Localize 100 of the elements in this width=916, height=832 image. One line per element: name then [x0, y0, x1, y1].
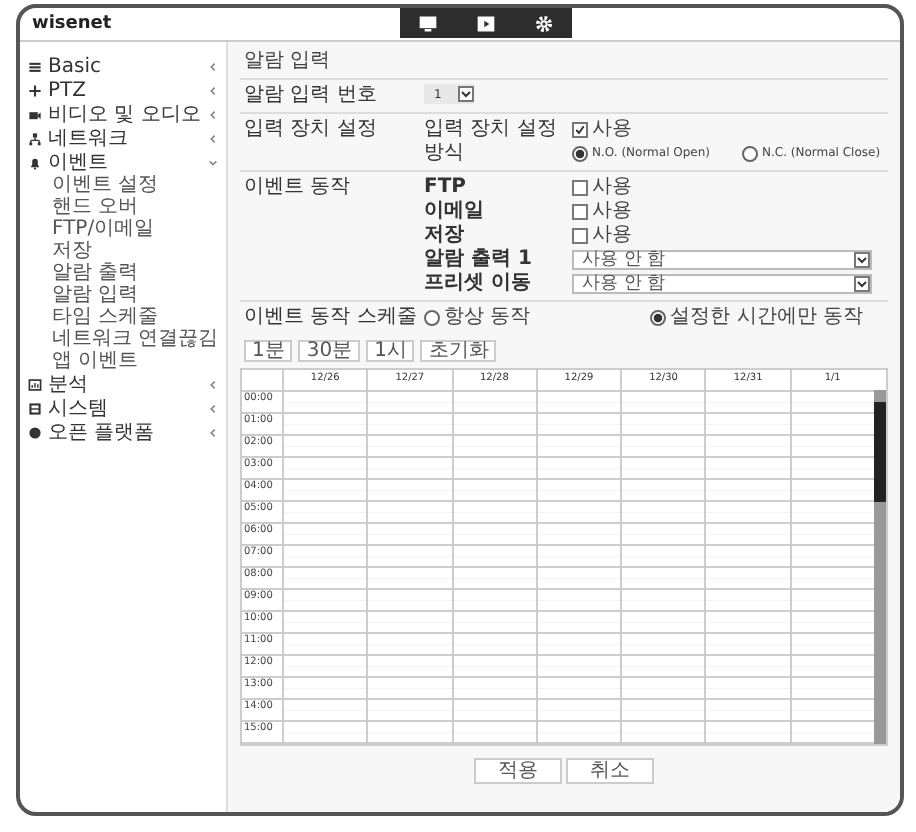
sidebar-subitem[interactable]: 알람 출력 [52, 262, 139, 284]
schedule-cell[interactable] [282, 502, 367, 524]
schedule-cell[interactable] [535, 590, 621, 612]
schedule-cell[interactable] [704, 480, 790, 502]
checkbox[interactable] [572, 204, 588, 220]
interval-button[interactable]: 1시 [366, 340, 415, 362]
schedule-cell[interactable] [789, 414, 874, 436]
schedule-cell[interactable] [451, 502, 536, 524]
schedule-cell[interactable] [282, 700, 367, 722]
schedule-cell[interactable] [620, 524, 705, 546]
schedule-cell[interactable] [282, 458, 367, 480]
checkbox[interactable] [572, 228, 588, 244]
sidebar-item[interactable]: 비디오 및 오디오 [48, 103, 201, 125]
scrollbar[interactable] [874, 390, 886, 744]
radio-button[interactable] [742, 146, 759, 162]
schedule-cell[interactable] [282, 546, 367, 568]
schedule-cell[interactable] [282, 634, 367, 656]
schedule-cell[interactable] [366, 524, 452, 546]
schedule-cell[interactable] [366, 656, 452, 678]
radio-button[interactable] [572, 146, 588, 162]
schedule-cell[interactable] [535, 458, 621, 480]
schedule-cell[interactable] [704, 546, 790, 568]
schedule-cell[interactable] [451, 700, 536, 722]
schedule-cell[interactable] [282, 436, 367, 458]
schedule-cell[interactable] [451, 612, 536, 634]
schedule-cell[interactable] [535, 480, 621, 502]
schedule-cell[interactable] [535, 656, 621, 678]
schedule-cell[interactable] [620, 480, 705, 502]
checkbox[interactable] [572, 122, 588, 138]
schedule-cell[interactable] [282, 480, 367, 502]
schedule-cell[interactable] [620, 590, 705, 612]
schedule-cell[interactable] [789, 678, 874, 700]
schedule-cell[interactable] [704, 678, 790, 700]
sidebar-subitem[interactable]: 핸드 오버 [52, 196, 139, 218]
dropdown[interactable]: 사용 안 함 [572, 250, 872, 270]
schedule-cell[interactable] [535, 546, 621, 568]
sidebar-subitem[interactable]: 앱 이벤트 [52, 350, 139, 372]
schedule-cell[interactable] [535, 678, 621, 700]
schedule-cell[interactable] [789, 392, 874, 414]
schedule-cell[interactable] [366, 546, 452, 568]
schedule-cell[interactable] [704, 502, 790, 524]
schedule-cell[interactable] [451, 480, 536, 502]
footer-button[interactable]: 적용 [474, 758, 562, 784]
schedule-cell[interactable] [620, 392, 705, 414]
schedule-cell[interactable] [704, 392, 790, 414]
schedule-cell[interactable] [620, 458, 705, 480]
sidebar-subitem[interactable]: 알람 입력 [52, 284, 139, 306]
schedule-cell[interactable] [789, 568, 874, 590]
schedule-cell[interactable] [620, 502, 705, 524]
schedule-cell[interactable] [535, 568, 621, 590]
schedule-cell[interactable] [620, 722, 705, 744]
sidebar-item[interactable]: PTZ [48, 79, 86, 101]
schedule-cell[interactable] [535, 634, 621, 656]
schedule-cell[interactable] [451, 678, 536, 700]
checkbox[interactable] [572, 180, 588, 196]
schedule-cell[interactable] [704, 568, 790, 590]
schedule-cell[interactable] [620, 568, 705, 590]
schedule-cell[interactable] [535, 392, 621, 414]
schedule-cell[interactable] [451, 722, 536, 744]
play-icon[interactable] [475, 13, 496, 33]
interval-button[interactable]: 1분 [244, 340, 293, 362]
schedule-cell[interactable] [620, 678, 705, 700]
schedule-cell[interactable] [366, 458, 452, 480]
schedule-cell[interactable] [282, 392, 367, 414]
schedule-cell[interactable] [535, 414, 621, 436]
schedule-cell[interactable] [789, 612, 874, 634]
schedule-cell[interactable] [282, 414, 367, 436]
dropdown[interactable]: 사용 안 함 [572, 274, 872, 294]
schedule-cell[interactable] [620, 546, 705, 568]
schedule-cell[interactable] [535, 524, 621, 546]
schedule-cell[interactable] [620, 634, 705, 656]
schedule-cell[interactable] [704, 612, 790, 634]
schedule-cell[interactable] [535, 722, 621, 744]
sidebar-item[interactable]: 이벤트 [48, 151, 108, 173]
schedule-cell[interactable] [789, 458, 874, 480]
schedule-cell[interactable] [704, 524, 790, 546]
schedule-cell[interactable] [535, 612, 621, 634]
schedule-cell[interactable] [282, 722, 367, 744]
sidebar-item[interactable]: 네트워크 [48, 127, 128, 149]
sidebar-item[interactable]: 분석 [48, 373, 88, 395]
schedule-cell[interactable] [366, 502, 452, 524]
footer-button[interactable]: 취소 [566, 758, 654, 784]
schedule-cell[interactable] [704, 634, 790, 656]
schedule-cell[interactable] [451, 436, 536, 458]
schedule-cell[interactable] [704, 656, 790, 678]
schedule-cell[interactable] [789, 700, 874, 722]
schedule-cell[interactable] [704, 414, 790, 436]
schedule-cell[interactable] [366, 568, 452, 590]
schedule-cell[interactable] [451, 546, 536, 568]
schedule-cell[interactable] [366, 678, 452, 700]
schedule-cell[interactable] [451, 458, 536, 480]
schedule-cell[interactable] [704, 458, 790, 480]
schedule-cell[interactable] [704, 590, 790, 612]
schedule-cell[interactable] [282, 612, 367, 634]
settings-icon[interactable] [533, 13, 554, 33]
schedule-cell[interactable] [366, 700, 452, 722]
schedule-cell[interactable] [366, 722, 452, 744]
sidebar-subitem[interactable]: 타임 스케줄 [52, 306, 159, 328]
schedule-cell[interactable] [282, 678, 367, 700]
schedule-cell[interactable] [366, 414, 452, 436]
